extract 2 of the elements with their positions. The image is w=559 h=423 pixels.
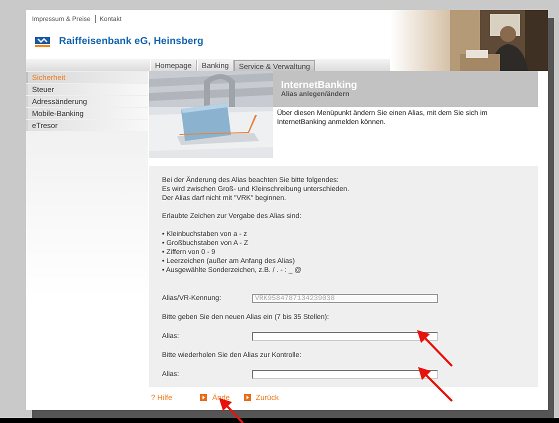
bank-name: Raiffeisenbank eG, Heinsberg: [59, 36, 204, 47]
page-title: InternetBanking: [281, 80, 358, 91]
